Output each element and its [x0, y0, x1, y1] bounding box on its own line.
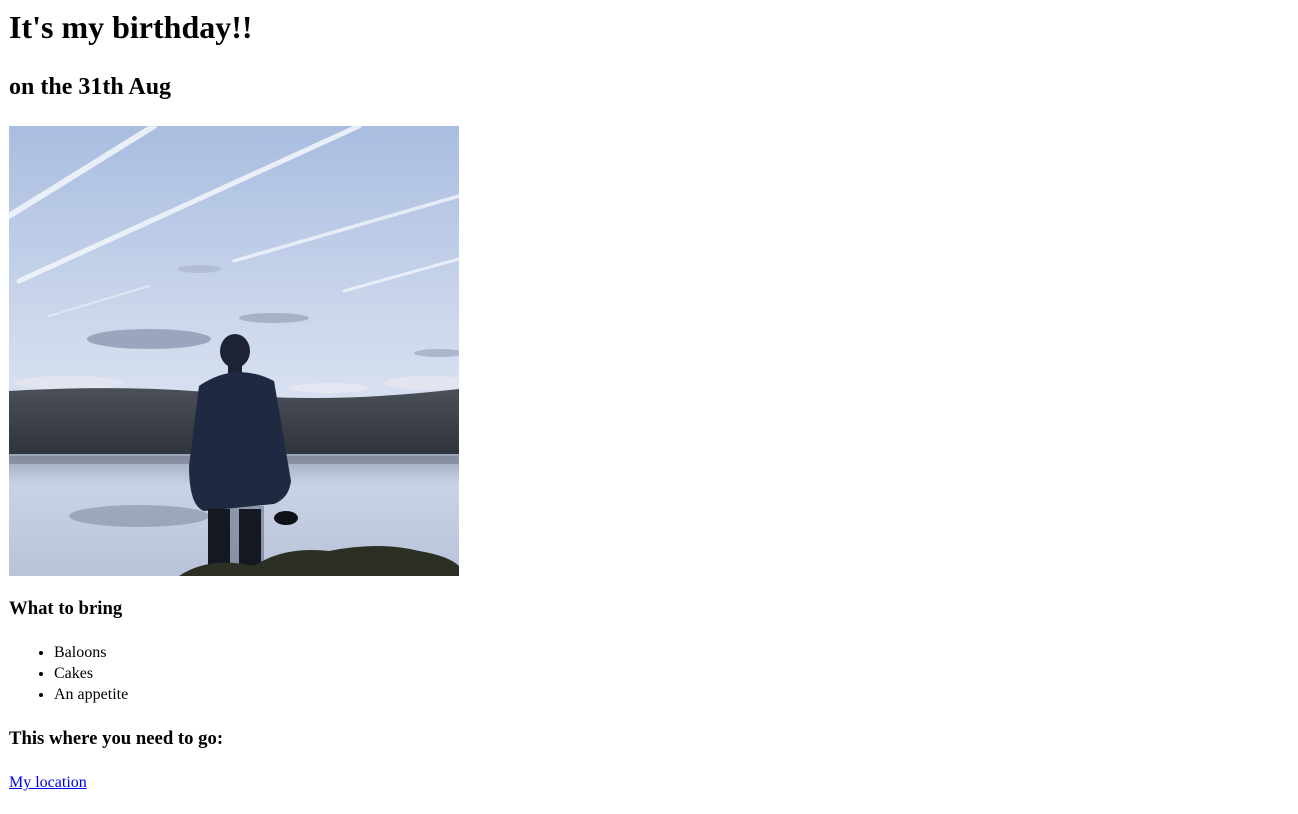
list-item-label: Cakes: [54, 665, 94, 682]
person-at-lake-photo: [9, 126, 459, 576]
list-item-label: Baloons: [54, 644, 107, 661]
bring-list: Baloons Cakes An appetite: [0, 642, 128, 705]
page-title: It's my birthday!!: [9, 9, 253, 45]
my-location-link[interactable]: My location: [9, 772, 87, 793]
what-to-bring-heading: What to bring: [9, 598, 123, 619]
list-item-label: An appetite: [54, 686, 129, 703]
list-item: Baloons: [54, 642, 128, 663]
list-item: An appetite: [54, 684, 128, 705]
event-date: on the 31th Aug: [9, 74, 172, 100]
location-heading: This where you need to go:: [9, 728, 224, 749]
list-item: Cakes: [54, 663, 128, 684]
page: It's my birthday!! on the 31th Aug What …: [0, 0, 1298, 814]
